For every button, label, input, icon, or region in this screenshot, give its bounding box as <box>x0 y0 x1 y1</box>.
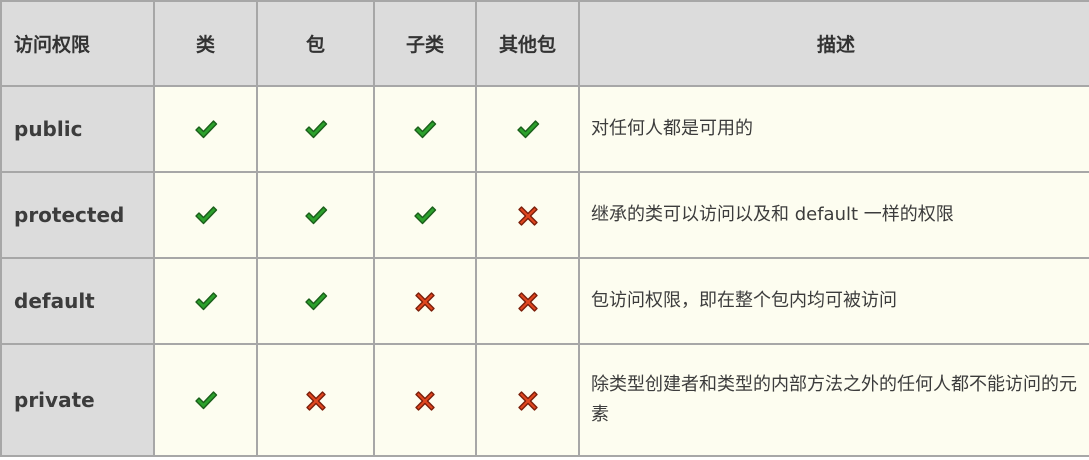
access-cell <box>153 257 258 345</box>
header-class: 类 <box>153 0 258 87</box>
check-icon <box>304 290 328 312</box>
cross-icon <box>304 389 328 411</box>
check-icon <box>194 290 218 312</box>
access-cell <box>256 171 375 259</box>
modifier-name: public <box>0 85 155 173</box>
modifier-description: 包访问权限，即在整个包内均可被访问 <box>578 257 1089 345</box>
table-row: private 除类型创建者和类型的内部方法之外的任何人都不能访问的元素 <box>0 343 1089 457</box>
table-row: default 包访问权限，即在整个包内均可被访问 <box>0 257 1089 345</box>
check-icon <box>194 118 218 140</box>
header-access: 访问权限 <box>0 0 155 87</box>
header-other-package: 其他包 <box>475 0 580 87</box>
access-cell <box>256 85 375 173</box>
table-row: protected 继承的类可以访问以及和 default 一样的权限 <box>0 171 1089 259</box>
access-cell <box>256 257 375 345</box>
header-row: 访问权限 类 包 子类 其他包 描述 <box>0 0 1089 87</box>
header-package: 包 <box>256 0 375 87</box>
modifier-name: private <box>0 343 155 457</box>
modifier-description: 对任何人都是可用的 <box>578 85 1089 173</box>
header-subclass: 子类 <box>373 0 477 87</box>
table-body: public 对任何人都是可用的 protected 继承的类可以访问以及和 d… <box>0 85 1089 457</box>
check-icon <box>413 204 437 226</box>
access-cell <box>475 171 580 259</box>
cross-icon <box>516 204 540 226</box>
check-icon <box>194 389 218 411</box>
access-cell <box>373 343 477 457</box>
cross-icon <box>516 290 540 312</box>
table-header: 访问权限 类 包 子类 其他包 描述 <box>0 0 1089 87</box>
check-icon <box>304 118 328 140</box>
access-cell <box>475 257 580 345</box>
access-modifier-table: 访问权限 类 包 子类 其他包 描述 public 对任何人都是可用的 prot… <box>0 0 1089 457</box>
check-icon <box>304 204 328 226</box>
access-cell <box>373 257 477 345</box>
cross-icon <box>413 389 437 411</box>
modifier-name: default <box>0 257 155 345</box>
check-icon <box>194 204 218 226</box>
access-cell <box>153 171 258 259</box>
access-cell <box>475 85 580 173</box>
modifier-name: protected <box>0 171 155 259</box>
cross-icon <box>516 389 540 411</box>
check-icon <box>413 118 437 140</box>
check-icon <box>516 118 540 140</box>
access-cell <box>153 343 258 457</box>
modifier-description: 除类型创建者和类型的内部方法之外的任何人都不能访问的元素 <box>578 343 1089 457</box>
header-description: 描述 <box>578 0 1089 87</box>
modifier-description: 继承的类可以访问以及和 default 一样的权限 <box>578 171 1089 259</box>
access-cell <box>373 85 477 173</box>
access-cell <box>153 85 258 173</box>
cross-icon <box>413 290 437 312</box>
table-row: public 对任何人都是可用的 <box>0 85 1089 173</box>
access-cell <box>256 343 375 457</box>
access-cell <box>373 171 477 259</box>
access-cell <box>475 343 580 457</box>
